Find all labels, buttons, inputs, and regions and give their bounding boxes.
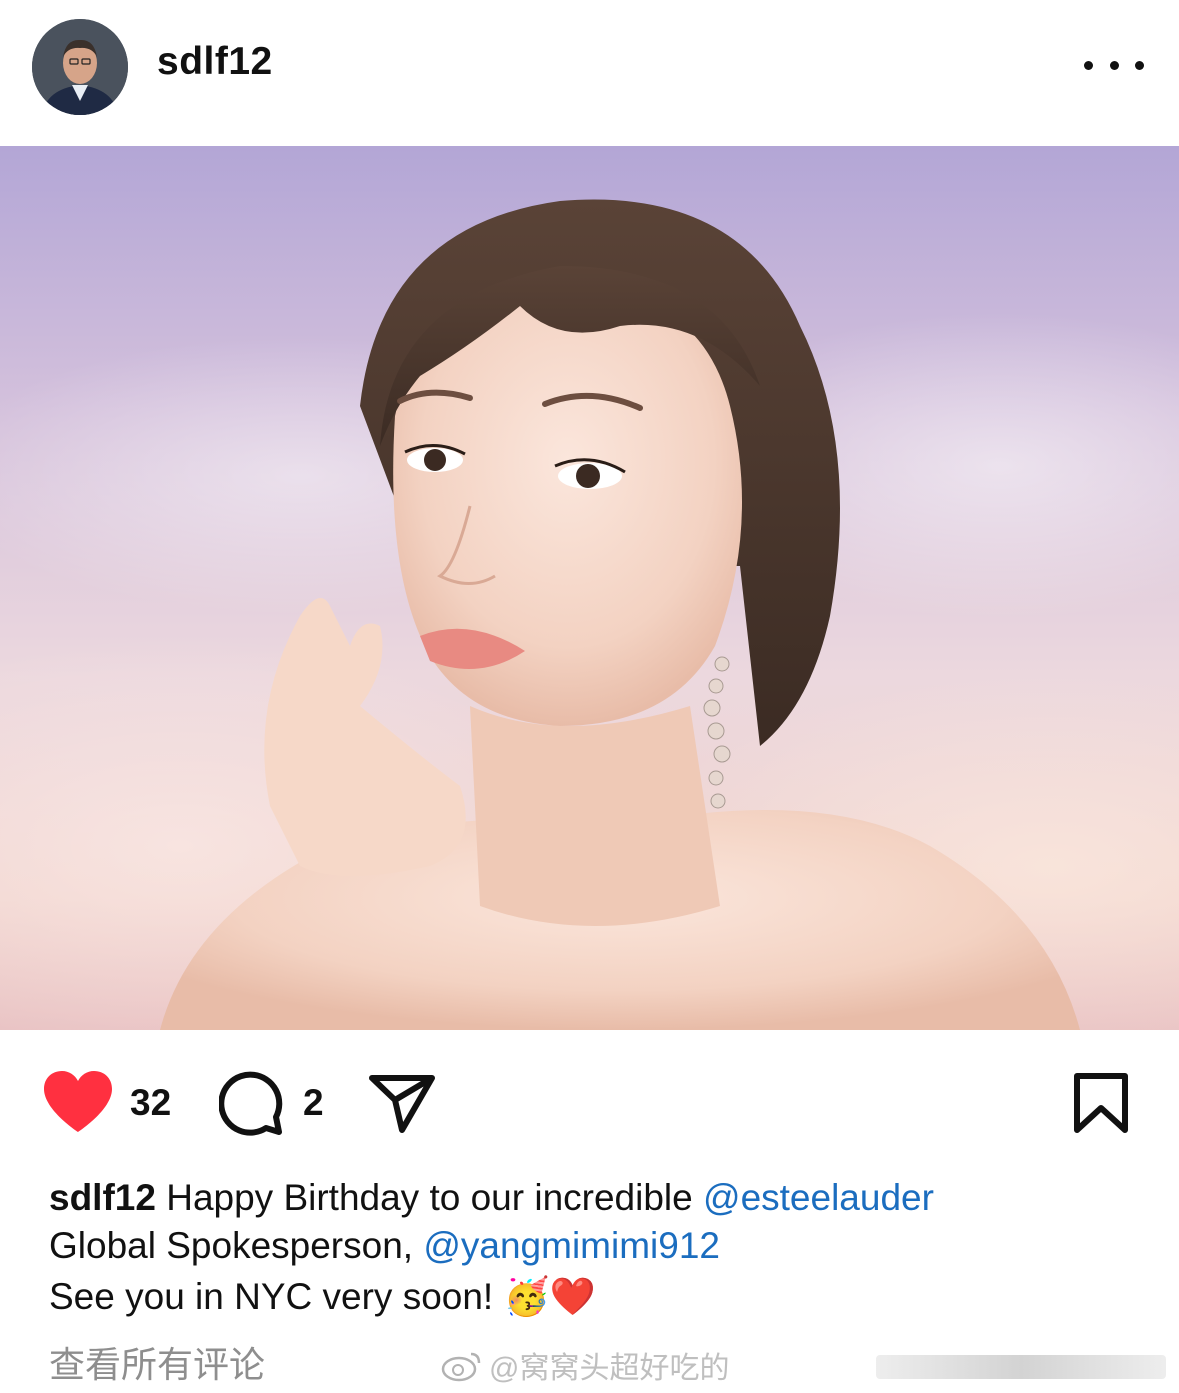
watermark-blur <box>876 1355 1166 1379</box>
mention-yangmimimi912[interactable]: @yangmimimi912 <box>423 1225 720 1266</box>
comment-count[interactable]: 2 <box>303 1082 324 1124</box>
view-all-comments-link[interactable]: 查看所有评论 <box>49 1336 265 1388</box>
caption-line-1: sdlf12 Happy Birthday to our incredible … <box>49 1174 1149 1222</box>
party-face-emoji: 🥳 <box>503 1276 550 1317</box>
post-actions-bar: 32 2 <box>0 1030 1179 1170</box>
portrait-illustration <box>160 199 1080 1030</box>
red-heart-emoji: ❤️ <box>549 1276 596 1317</box>
mention-esteelauder[interactable]: @esteelauder <box>703 1177 934 1218</box>
watermark: @窝窝头超好吃的 <box>441 1343 729 1387</box>
caption-text-3: See you in NYC very soon! <box>49 1276 494 1317</box>
comment-icon[interactable] <box>219 1070 285 1136</box>
post-username[interactable]: sdlf12 <box>157 40 273 84</box>
caption-username[interactable]: sdlf12 <box>49 1177 156 1218</box>
like-count[interactable]: 32 <box>130 1082 171 1124</box>
caption-line-3: See you in NYC very soon! 🥳❤️ <box>49 1273 1149 1321</box>
heart-icon[interactable] <box>42 1070 114 1134</box>
caption-text-2: Global Spokesperson, <box>49 1225 414 1266</box>
post-photo[interactable] <box>0 146 1179 1030</box>
bookmark-icon[interactable] <box>1073 1072 1129 1134</box>
post-header: sdlf12 <box>0 0 1179 146</box>
send-icon[interactable] <box>368 1072 436 1134</box>
more-options-icon[interactable] <box>1084 50 1144 80</box>
caption-line-2: Global Spokesperson, @yangmimimi912 <box>49 1222 1149 1270</box>
watermark-text: @窝窝头超好吃的 <box>489 1352 730 1385</box>
avatar-photo <box>32 19 128 115</box>
weibo-logo-icon <box>441 1352 481 1382</box>
caption-text-1: Happy Birthday to our incredible <box>166 1177 693 1218</box>
avatar[interactable] <box>32 19 128 115</box>
post-caption: sdlf12 Happy Birthday to our incredible … <box>49 1174 1149 1321</box>
